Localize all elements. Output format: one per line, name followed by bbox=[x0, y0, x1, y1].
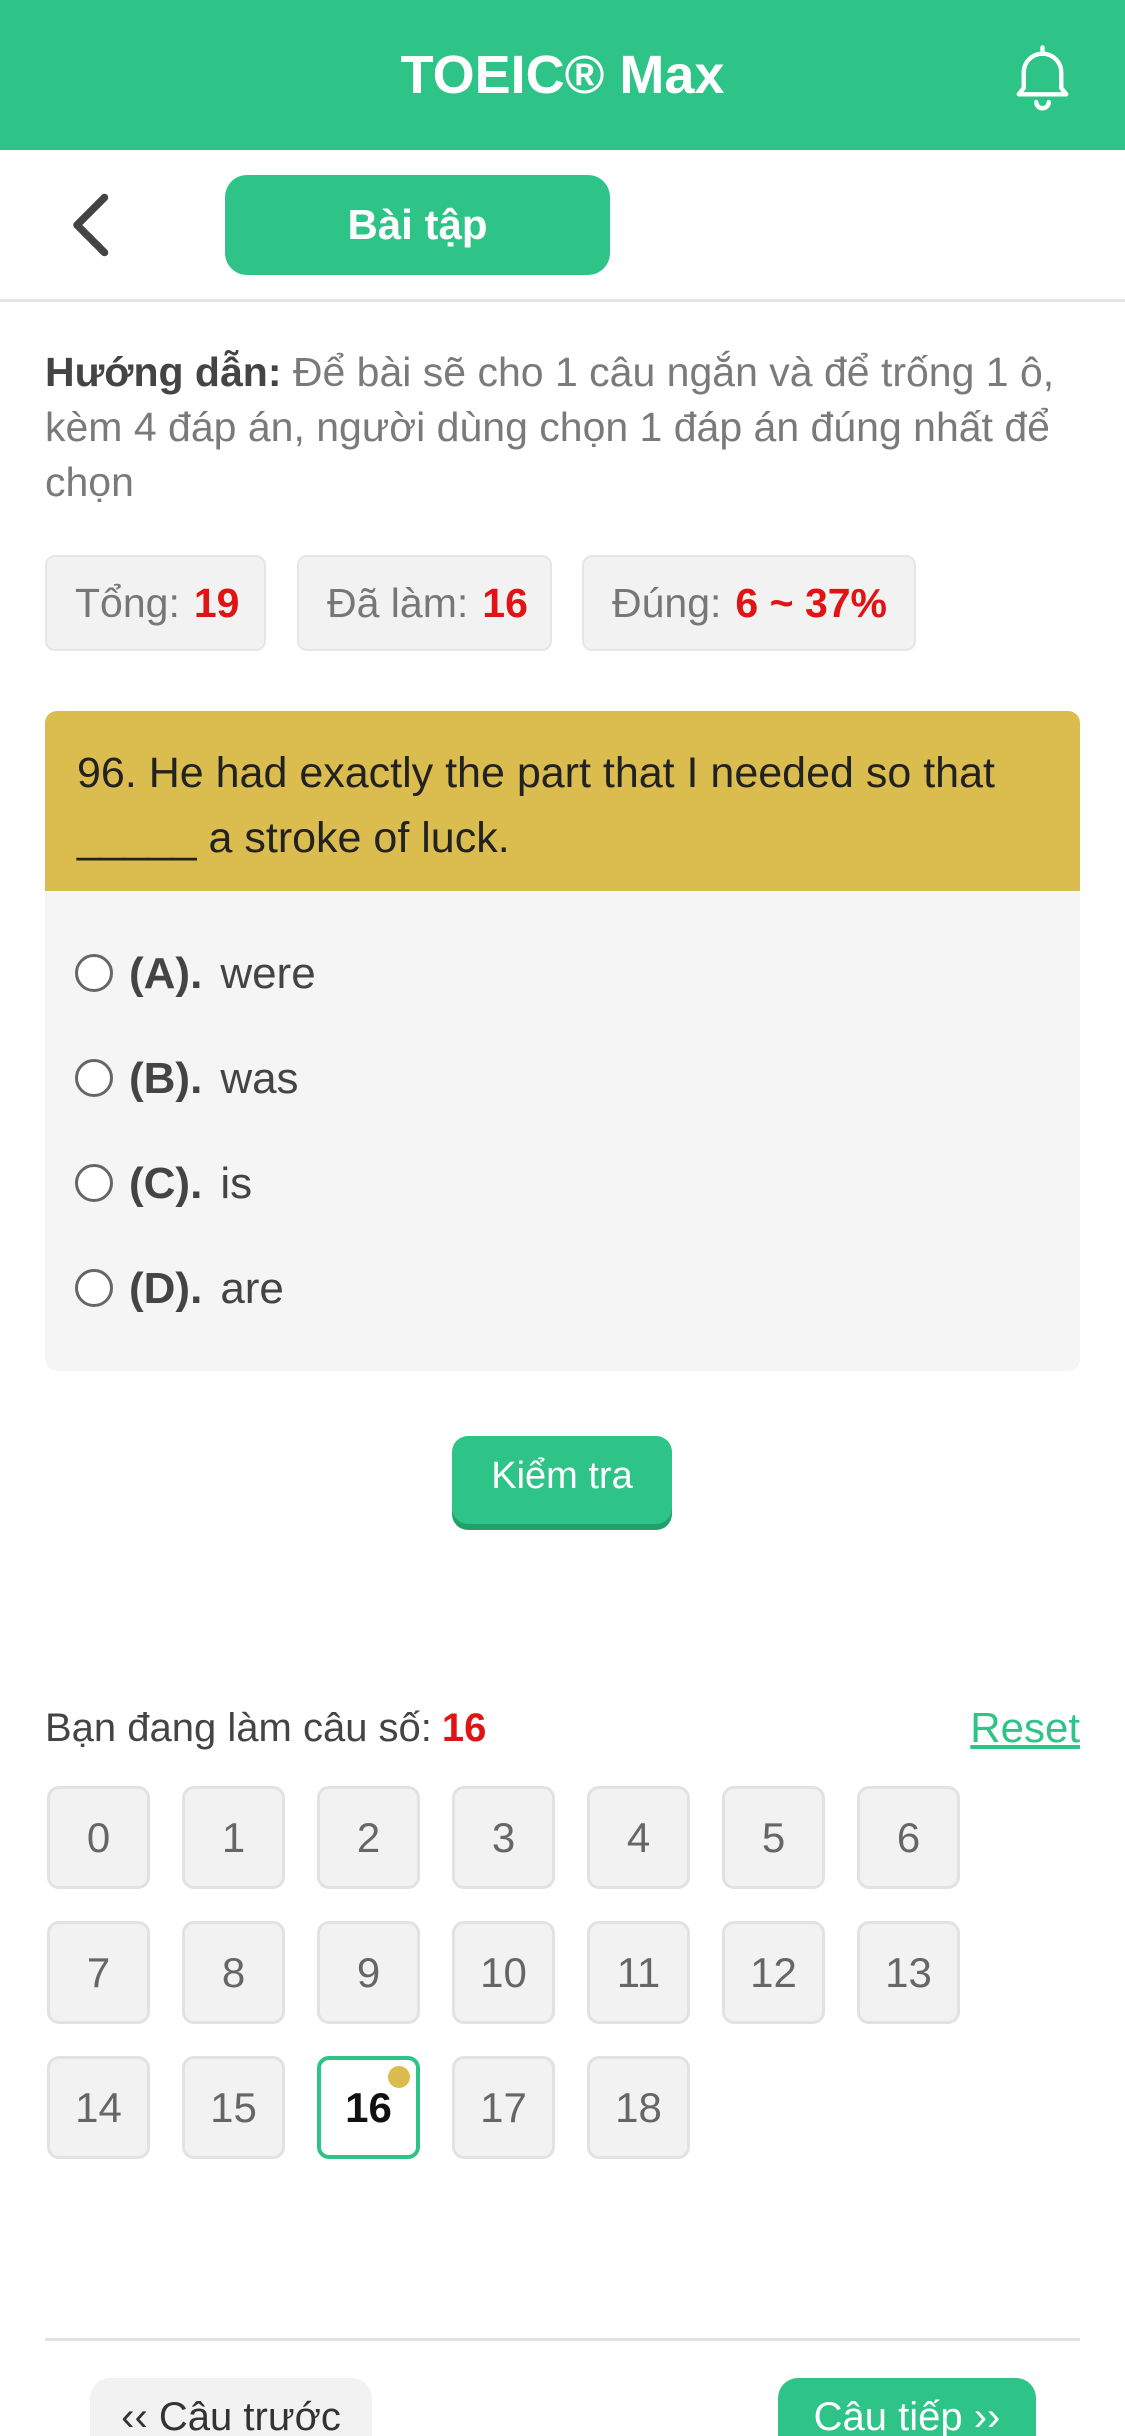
option-label: (B). bbox=[129, 1054, 203, 1103]
question-number-label: 11 bbox=[616, 1949, 661, 1996]
question-number-12[interactable]: 12 bbox=[722, 1921, 825, 2024]
question-number-3[interactable]: 3 bbox=[452, 1786, 555, 1889]
option-a[interactable]: (A). were bbox=[75, 939, 316, 1009]
instructions: Hướng dẫn: Để bài sẽ cho 1 câu ngắn và đ… bbox=[45, 345, 1085, 510]
current-dot-icon bbox=[388, 2066, 410, 2088]
question-number-16[interactable]: 16 bbox=[317, 2056, 420, 2159]
previous-question-button[interactable]: ‹‹ Câu trước bbox=[90, 2378, 372, 2436]
question-number-label: 12 bbox=[750, 1949, 797, 1996]
question-number-18[interactable]: 18 bbox=[587, 2056, 690, 2159]
question-number-1[interactable]: 1 bbox=[182, 1786, 285, 1889]
question-number-8[interactable]: 8 bbox=[182, 1921, 285, 2024]
radio-icon[interactable] bbox=[75, 954, 113, 993]
question-number-label: 9 bbox=[356, 1949, 381, 1996]
question-number-6[interactable]: 6 bbox=[857, 1786, 960, 1889]
option-text: are bbox=[220, 1264, 284, 1313]
option-label: (D). bbox=[129, 1264, 203, 1313]
option-text: were bbox=[220, 949, 316, 998]
question-number-4[interactable]: 4 bbox=[587, 1786, 690, 1889]
question-number-2[interactable]: 2 bbox=[317, 1786, 420, 1889]
question-number-10[interactable]: 10 bbox=[452, 1921, 555, 2024]
reset-link[interactable]: Reset bbox=[960, 1700, 1080, 1756]
app-header: TOEIC® Max bbox=[0, 0, 1125, 150]
question-number-label: 14 bbox=[75, 2084, 122, 2131]
divider bbox=[45, 2338, 1080, 2341]
question-number-label: 2 bbox=[356, 1814, 381, 1861]
question-number-label: 18 bbox=[615, 2084, 662, 2131]
question-number-label: 16 bbox=[345, 2084, 392, 2131]
radio-icon[interactable] bbox=[75, 1059, 113, 1098]
option-b[interactable]: (B). was bbox=[75, 1044, 299, 1114]
question-number-17[interactable]: 17 bbox=[452, 2056, 555, 2159]
instructions-label: Hướng dẫn: bbox=[45, 349, 282, 395]
question-number-5[interactable]: 5 bbox=[722, 1786, 825, 1889]
question-number-label: 7 bbox=[86, 1949, 111, 1996]
question-number-label: 6 bbox=[896, 1814, 921, 1861]
question-number-15[interactable]: 15 bbox=[182, 2056, 285, 2159]
stat-correct: Đúng: 6 ~ 37% bbox=[582, 555, 916, 651]
stat-total: Tổng: 19 bbox=[45, 555, 266, 651]
option-label: (C). bbox=[129, 1159, 203, 1208]
option-d[interactable]: (D). are bbox=[75, 1254, 284, 1324]
progress-value: 16 bbox=[441, 1706, 487, 1750]
progress-label: Bạn đang làm câu số: bbox=[45, 1706, 432, 1750]
option-label: (A). bbox=[129, 949, 203, 998]
question-number-label: 17 bbox=[480, 2084, 527, 2131]
stat-total-label: Tổng: bbox=[75, 580, 180, 626]
question-number-0[interactable]: 0 bbox=[47, 1786, 150, 1889]
option-text: was bbox=[220, 1054, 299, 1103]
stat-done-label: Đã làm: bbox=[327, 580, 469, 626]
question-text: 96. He had exactly the part that I neede… bbox=[45, 711, 1080, 891]
question-number-label: 4 bbox=[626, 1814, 651, 1861]
tab-exercise[interactable]: Bài tập bbox=[225, 175, 610, 275]
stat-correct-label: Đúng: bbox=[612, 580, 722, 626]
option-text: is bbox=[220, 1159, 253, 1208]
check-button[interactable]: Kiểm tra bbox=[452, 1436, 672, 1524]
chevron-left-icon[interactable] bbox=[62, 190, 122, 260]
question-number-label: 3 bbox=[491, 1814, 516, 1861]
question-number-label: 1 bbox=[221, 1814, 246, 1861]
question-number-label: 5 bbox=[761, 1814, 786, 1861]
stat-done-value: 16 bbox=[482, 580, 528, 626]
question-number-14[interactable]: 14 bbox=[47, 2056, 150, 2159]
question-number-label: 8 bbox=[221, 1949, 246, 1996]
question-number-11[interactable]: 11 bbox=[587, 1921, 690, 2024]
question-number-label: 0 bbox=[86, 1814, 111, 1861]
progress-indicator: Bạn đang làm câu số: 16 bbox=[45, 1700, 486, 1756]
sub-navigation: Bài tập bbox=[0, 150, 1125, 302]
radio-icon[interactable] bbox=[75, 1164, 113, 1203]
question-number-label: 13 bbox=[885, 1949, 932, 1996]
question-number-9[interactable]: 9 bbox=[317, 1921, 420, 2024]
bell-icon[interactable] bbox=[1005, 38, 1080, 113]
question-number-label: 15 bbox=[210, 2084, 257, 2131]
stat-total-value: 19 bbox=[193, 580, 240, 626]
question-number-label: 10 bbox=[480, 1949, 527, 1996]
question-number-7[interactable]: 7 bbox=[47, 1921, 150, 2024]
app-title: TOEIC® Max bbox=[400, 45, 725, 105]
stat-correct-value: 6 ~ 37% bbox=[735, 580, 888, 626]
radio-icon[interactable] bbox=[75, 1269, 113, 1308]
option-c[interactable]: (C). is bbox=[75, 1149, 252, 1219]
question-number-13[interactable]: 13 bbox=[857, 1921, 960, 2024]
next-question-button[interactable]: Câu tiếp ›› bbox=[778, 2378, 1036, 2436]
stat-done: Đã làm: 16 bbox=[297, 555, 552, 651]
